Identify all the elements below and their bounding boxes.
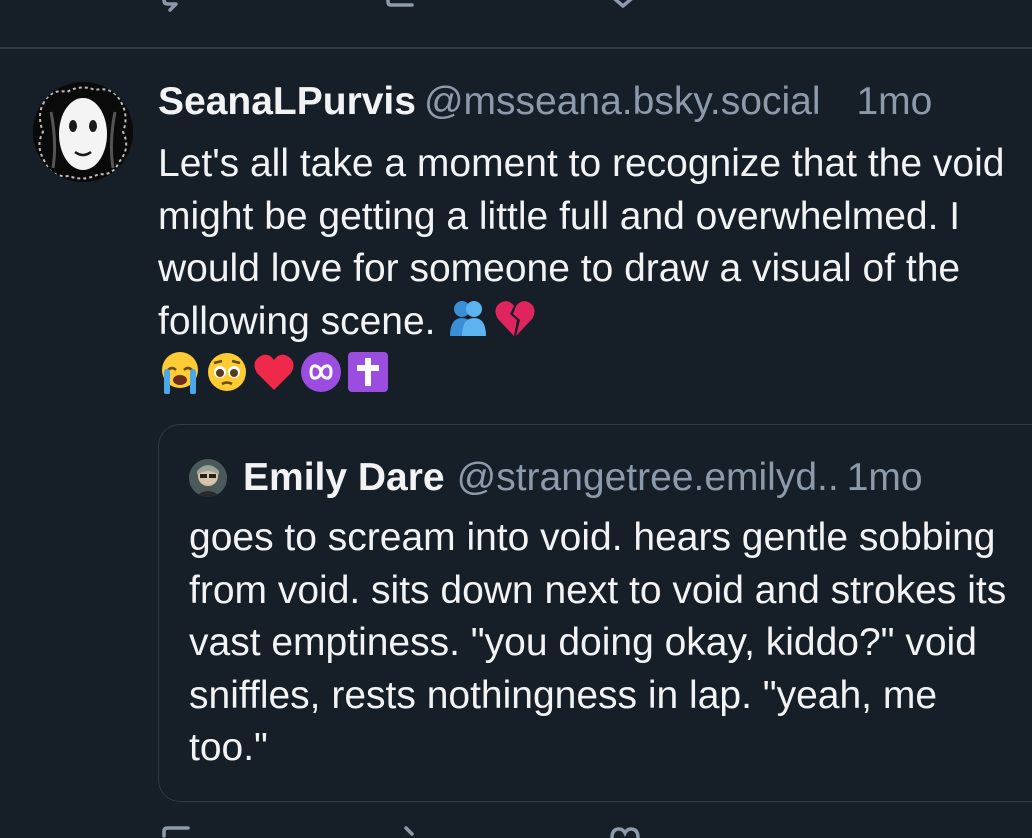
reply-icon[interactable] [160, 826, 194, 838]
infinity-emoji [301, 352, 341, 392]
hugging-people-emoji [450, 300, 487, 336]
author-handle[interactable]: @msseana.bsky.social [424, 80, 821, 123]
repost-icon[interactable] [382, 0, 422, 14]
author-display-name[interactable]: SeanaLPurvis [158, 80, 416, 123]
pleading-face-emoji [208, 353, 246, 391]
post-body: Let's all take a moment to recognize tha… [158, 138, 1028, 394]
red-heart-emoji [254, 354, 294, 390]
quoted-post[interactable]: Emily Dare @strangetree.emilyd.. 1mo goe… [158, 424, 1032, 802]
quote-author-display-name[interactable]: Emily Dare [243, 455, 445, 501]
post-timestamp[interactable]: 1mo [856, 80, 932, 123]
reply-icon[interactable] [158, 0, 198, 14]
latin-cross-emoji [348, 352, 388, 392]
emoji-line [158, 350, 1028, 394]
like-icon[interactable] [605, 0, 641, 14]
quote-text: goes to scream into void. hears gentle s… [189, 516, 1007, 769]
like-icon[interactable] [608, 826, 642, 838]
quote-timestamp[interactable]: 1mo [847, 455, 923, 501]
quote-author-handle[interactable]: @strangetree.emilyd.. [457, 455, 839, 501]
post-header: SeanaLPurvis @msseana.bsky.social 1mo [158, 79, 932, 125]
quote-avatar-image [189, 459, 227, 497]
previous-post-actions [0, 0, 1032, 14]
avatar-image [33, 82, 133, 182]
avatar[interactable] [33, 82, 133, 182]
inline-emojis [446, 296, 537, 340]
loudly-crying-face-emoji [162, 352, 198, 394]
quote-header: Emily Dare @strangetree.emilyd.. 1mo [189, 455, 923, 501]
repost-icon[interactable] [396, 826, 426, 838]
post-text: Let's all take a moment to recognize tha… [158, 142, 1005, 343]
broken-heart-emoji [495, 300, 535, 336]
avatar[interactable] [189, 459, 227, 497]
feed-post[interactable]: SeanaLPurvis @msseana.bsky.social 1mo Let'… [0, 49, 1032, 837]
